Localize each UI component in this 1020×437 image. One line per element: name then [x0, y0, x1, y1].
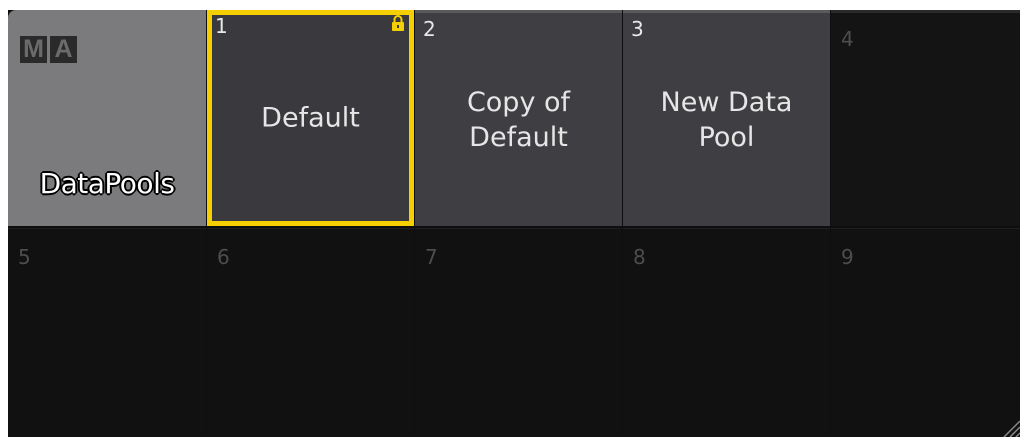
pool-number: 8: [633, 245, 646, 269]
empty-pool-slot-5[interactable]: 5: [8, 228, 206, 437]
pool-number: 1: [215, 14, 228, 38]
window-title: DataPools: [39, 167, 175, 200]
pool-number: 7: [425, 245, 438, 269]
pool-tile-3[interactable]: 3 New Data Pool: [623, 10, 830, 226]
lock-icon: [392, 15, 404, 31]
pool-number: 9: [841, 245, 854, 269]
pool-number: 5: [18, 245, 31, 269]
empty-pool-slot-8[interactable]: 8: [623, 228, 830, 437]
ma-logo-letter-m: M: [20, 36, 47, 63]
empty-pool-slot-7[interactable]: 7: [415, 228, 622, 437]
ma-logo-letter-a: A: [50, 36, 77, 63]
pool-number: 3: [631, 17, 644, 41]
pool-tile-2[interactable]: 2 Copy of Default: [415, 10, 622, 226]
pool-tile-1[interactable]: 1 Default: [207, 10, 414, 226]
pool-number: 4: [841, 27, 854, 51]
pool-number: 2: [423, 17, 436, 41]
pool-number: 6: [217, 245, 230, 269]
window-title-tile[interactable]: M A DataPools: [8, 10, 206, 226]
ma-logo: M A: [20, 36, 77, 63]
pool-name: Default: [261, 102, 360, 134]
empty-pool-slot-9[interactable]: 9: [831, 228, 1020, 437]
resize-grip-icon[interactable]: [998, 415, 1020, 437]
pool-name: Copy of Default: [466, 86, 571, 153]
pool-name: New Data Pool: [660, 86, 793, 153]
empty-pool-slot-4[interactable]: 4: [831, 10, 1020, 226]
datapools-window: M A DataPools 1 Default 2 Copy of Defaul…: [8, 10, 1020, 437]
empty-pool-slot-6[interactable]: 6: [207, 228, 414, 437]
